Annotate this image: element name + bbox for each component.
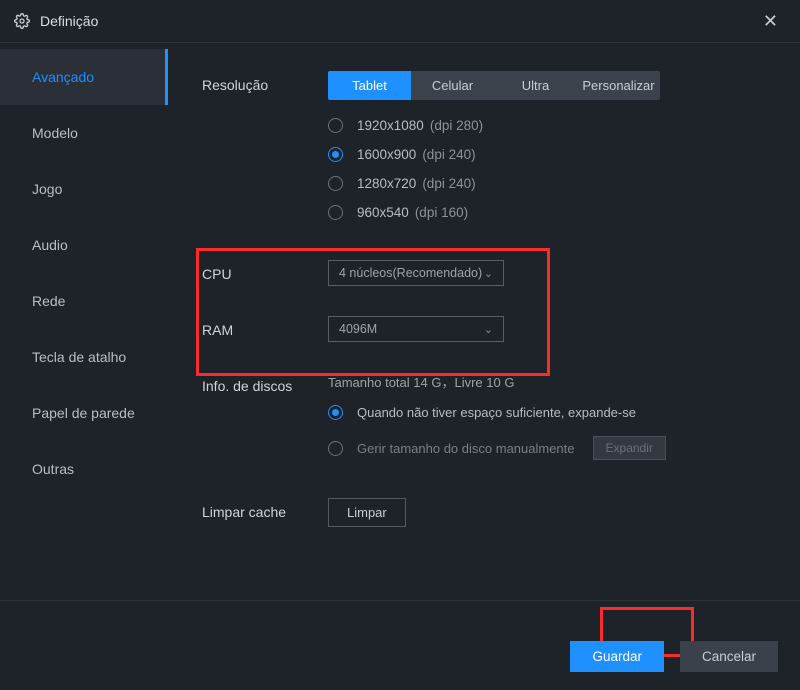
resolution-option-res: 1280x720 xyxy=(357,176,416,191)
resolution-option-dpi: (dpi 240) xyxy=(422,176,475,191)
disk-option-1[interactable]: Gerir tamanho do disco manualmente Expand… xyxy=(328,436,764,460)
sidebar-item-4[interactable]: Rede xyxy=(0,273,168,329)
radio-icon xyxy=(328,405,343,420)
sidebar-item-2[interactable]: Jogo xyxy=(0,161,168,217)
sidebar-item-3[interactable]: Audio xyxy=(0,217,168,273)
cancel-button[interactable]: Cancelar xyxy=(680,641,778,672)
sidebar-item-0[interactable]: Avançado xyxy=(0,49,168,105)
sidebar-item-6[interactable]: Papel de parede xyxy=(0,385,168,441)
disk-option-label: Quando não tiver espaço suficiente, expa… xyxy=(357,405,636,420)
resolution-options: 1920x1080 (dpi 280)1600x900 (dpi 240)128… xyxy=(328,118,764,220)
resolution-tab-2[interactable]: Ultra xyxy=(494,71,577,100)
gear-icon xyxy=(14,13,30,29)
ram-label: RAM xyxy=(202,316,328,338)
disk-summary: Tamanho total 14 G，Livre 10 G xyxy=(328,372,764,391)
save-button[interactable]: Guardar xyxy=(570,641,664,672)
footer-separator xyxy=(0,600,800,601)
disk-options: Quando não tiver espaço suficiente, expa… xyxy=(328,405,764,460)
resolution-option-res: 1920x1080 xyxy=(357,118,424,133)
resolution-option-0[interactable]: 1920x1080 (dpi 280) xyxy=(328,118,764,133)
chevron-down-icon: ⌄ xyxy=(484,323,493,336)
resolution-option-dpi: (dpi 280) xyxy=(430,118,483,133)
content-pane: Resolução TabletCelularUltraPersonalizar… xyxy=(168,43,800,690)
sidebar: AvançadoModeloJogoAudioRedeTecla de atal… xyxy=(0,43,168,690)
cpu-value: 4 núcleos(Recomendado) xyxy=(339,266,484,280)
radio-icon xyxy=(328,205,343,220)
resolution-option-dpi: (dpi 160) xyxy=(415,205,468,220)
cache-label: Limpar cache xyxy=(202,498,328,520)
clear-cache-button[interactable]: Limpar xyxy=(328,498,406,527)
disk-label: Info. de discos xyxy=(202,372,328,394)
cpu-dropdown[interactable]: 4 núcleos(Recomendado) ⌄ xyxy=(328,260,504,286)
ram-value: 4096M xyxy=(339,322,484,336)
close-icon[interactable]: ✕ xyxy=(755,7,786,36)
titlebar: Definição ✕ xyxy=(0,0,800,42)
window-title: Definição xyxy=(40,13,98,29)
resolution-option-res: 1600x900 xyxy=(357,147,416,162)
resolution-option-1[interactable]: 1600x900 (dpi 240) xyxy=(328,147,764,162)
radio-icon xyxy=(328,176,343,191)
disk-option-0[interactable]: Quando não tiver espaço suficiente, expa… xyxy=(328,405,764,420)
resolution-option-res: 960x540 xyxy=(357,205,409,220)
radio-icon xyxy=(328,118,343,133)
ram-dropdown[interactable]: 4096M ⌄ xyxy=(328,316,504,342)
resolution-option-3[interactable]: 960x540 (dpi 160) xyxy=(328,205,764,220)
resolution-option-2[interactable]: 1280x720 (dpi 240) xyxy=(328,176,764,191)
cpu-label: CPU xyxy=(202,260,328,282)
radio-icon xyxy=(328,441,343,456)
disk-option-label: Gerir tamanho do disco manualmente xyxy=(357,441,575,456)
sidebar-item-5[interactable]: Tecla de atalho xyxy=(0,329,168,385)
chevron-down-icon: ⌄ xyxy=(484,267,493,280)
resolution-tabs: TabletCelularUltraPersonalizar xyxy=(328,71,660,100)
footer: Guardar Cancelar xyxy=(570,641,778,672)
resolution-label: Resolução xyxy=(202,71,328,93)
radio-icon xyxy=(328,147,343,162)
resolution-tab-1[interactable]: Celular xyxy=(411,71,494,100)
sidebar-item-1[interactable]: Modelo xyxy=(0,105,168,161)
resolution-tab-3[interactable]: Personalizar xyxy=(577,71,660,100)
resolution-tab-0[interactable]: Tablet xyxy=(328,71,411,100)
expand-button[interactable]: Expandir xyxy=(593,436,666,460)
sidebar-item-7[interactable]: Outras xyxy=(0,441,168,497)
resolution-option-dpi: (dpi 240) xyxy=(422,147,475,162)
